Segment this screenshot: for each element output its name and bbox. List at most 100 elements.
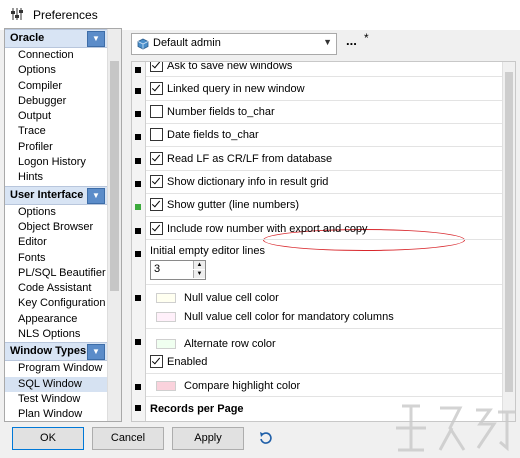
show-gutter-checkbox[interactable] (150, 198, 163, 211)
records-per-page-heading: Records per Page (150, 400, 244, 417)
show-gutter-option[interactable]: Show gutter (line numbers) (150, 196, 299, 213)
ask-save-label: Ask to save new windows (167, 61, 293, 72)
cancel-button[interactable]: Cancel (92, 427, 164, 450)
ok-button[interactable]: OK (12, 427, 84, 450)
change-marker (135, 67, 141, 73)
divider (146, 170, 502, 171)
read-lf-option[interactable]: Read LF as CR/LF from database (150, 150, 332, 167)
modified-indicator: * (364, 31, 369, 45)
preferences-icon (11, 8, 23, 20)
change-marker (135, 251, 141, 257)
tree-item-logon-history[interactable]: Logon History (5, 155, 121, 170)
null-color-swatch[interactable] (156, 292, 176, 303)
null-mandatory-color-swatch[interactable] (156, 311, 176, 322)
linked-query-checkbox[interactable] (150, 82, 163, 95)
dict-info-option[interactable]: Show dictionary info in result grid (150, 173, 328, 190)
divider (146, 239, 502, 240)
row-number-option[interactable]: Include row number with export and copy (150, 220, 368, 237)
tree-group-oracle[interactable]: Oracle ▼ (5, 29, 121, 48)
empty-lines-value: 3 (154, 263, 161, 275)
change-marker-modified (135, 204, 141, 210)
ask-save-option[interactable]: Ask to save new windows (150, 61, 293, 74)
divider (146, 373, 502, 374)
tree-item-connection[interactable]: Connection (5, 48, 121, 63)
tree-scrollbar-thumb[interactable] (110, 61, 119, 291)
tree-item-appearance[interactable]: Appearance (5, 312, 121, 327)
tree-item-plsql-beautifier[interactable]: PL/SQL Beautifier (5, 266, 121, 281)
compare-color-swatch[interactable] (156, 380, 176, 391)
null-mandatory-color-label: Null value cell color for mandatory colu… (184, 310, 394, 323)
divider (146, 76, 502, 77)
number-fields-option[interactable]: Number fields to_char (150, 103, 275, 120)
number-fields-checkbox[interactable] (150, 105, 163, 118)
chevron-down-icon[interactable]: ▼ (87, 31, 105, 47)
apply-button[interactable]: Apply (172, 427, 244, 450)
ask-save-checkbox[interactable] (150, 62, 163, 72)
tree-item-debugger[interactable]: Debugger (5, 94, 121, 109)
divider (146, 193, 502, 194)
compare-color-label: Compare highlight color (184, 379, 301, 392)
settings-scrollbar-thumb[interactable] (505, 72, 513, 392)
read-lf-checkbox[interactable] (150, 152, 163, 165)
alt-row-enabled-checkbox[interactable] (150, 355, 163, 368)
change-marker (135, 384, 141, 390)
spin-up-icon[interactable]: ▲ (193, 261, 205, 269)
compare-color-option[interactable]: Compare highlight color (150, 377, 300, 394)
chevron-down-icon[interactable]: ▼ (323, 37, 332, 47)
divider (146, 284, 502, 285)
linked-query-label: Linked query in new window (167, 82, 305, 95)
tree-item-ui-options[interactable]: Options (5, 205, 121, 220)
settings-area: Default admin ▼ ... * Ask to save new wi… (127, 28, 520, 422)
null-color-option[interactable]: Null value cell color (150, 289, 279, 306)
tree-item-sql-window[interactable]: SQL Window (5, 376, 121, 392)
preferences-tree[interactable]: Oracle ▼ Connection Options Compiler Deb… (4, 28, 122, 422)
settings-scrollbar[interactable] (502, 62, 515, 421)
change-marker (135, 88, 141, 94)
divider (146, 123, 502, 124)
dict-info-label: Show dictionary info in result grid (167, 175, 329, 188)
tree-group-label: Oracle (10, 32, 45, 44)
tree-item-test-window[interactable]: Test Window (5, 392, 121, 407)
user-profile-icon (137, 38, 149, 50)
alt-row-enabled-label: Enabled (167, 355, 208, 368)
tree-item-trace[interactable]: Trace (5, 124, 121, 139)
number-fields-label: Number fields to_char (167, 105, 275, 118)
settings-panel: Ask to save new windows Linked query in … (131, 61, 516, 422)
tree-item-program-window[interactable]: Program Window (5, 361, 121, 376)
chevron-down-icon[interactable]: ▼ (87, 187, 105, 204)
dict-info-checkbox[interactable] (150, 175, 163, 188)
divider (146, 146, 502, 147)
spin-down-icon[interactable]: ▼ (193, 270, 205, 278)
linked-query-option[interactable]: Linked query in new window (150, 80, 305, 97)
profile-options-button[interactable]: ... (346, 33, 357, 48)
tree-item-compiler[interactable]: Compiler (5, 79, 121, 94)
tree-item-options[interactable]: Options (5, 63, 121, 78)
null-mandatory-color-option[interactable]: Null value cell color for mandatory colu… (150, 308, 394, 325)
change-marker (135, 111, 141, 117)
chevron-down-icon[interactable]: ▼ (87, 344, 105, 361)
tree-item-nls-options[interactable]: NLS Options (5, 327, 121, 342)
tree-item-object-browser[interactable]: Object Browser (5, 220, 121, 235)
alt-row-enabled-option[interactable]: Enabled (150, 353, 207, 370)
tree-item-profiler[interactable]: Profiler (5, 140, 121, 155)
tree-scrollbar[interactable] (107, 29, 121, 421)
tree-item-fonts[interactable]: Fonts (5, 251, 121, 266)
tree-group-window-types[interactable]: Window Types ▼ (5, 342, 121, 362)
empty-lines-spinner[interactable]: 3 ▲ ▼ (150, 260, 206, 280)
alt-row-color-swatch[interactable] (156, 338, 176, 349)
tree-group-user-interface[interactable]: User Interface ▼ (5, 185, 121, 205)
alt-row-color-option[interactable]: Alternate row color (150, 335, 276, 352)
empty-lines-option: Initial empty editor lines (150, 242, 265, 259)
tree-item-editor[interactable]: Editor (5, 235, 121, 250)
tree-item-key-configuration[interactable]: Key Configuration (5, 296, 121, 311)
tree-item-hints[interactable]: Hints (5, 170, 121, 185)
tree-item-code-assistant[interactable]: Code Assistant (5, 281, 121, 296)
row-number-checkbox[interactable] (150, 222, 163, 235)
date-fields-checkbox[interactable] (150, 128, 163, 141)
reload-icon[interactable] (258, 430, 274, 446)
change-marker (135, 158, 141, 164)
date-fields-option[interactable]: Date fields to_char (150, 126, 259, 143)
tree-item-output[interactable]: Output (5, 109, 121, 124)
profile-select[interactable]: Default admin ▼ (131, 33, 337, 55)
title-bar: Preferences (0, 0, 520, 30)
